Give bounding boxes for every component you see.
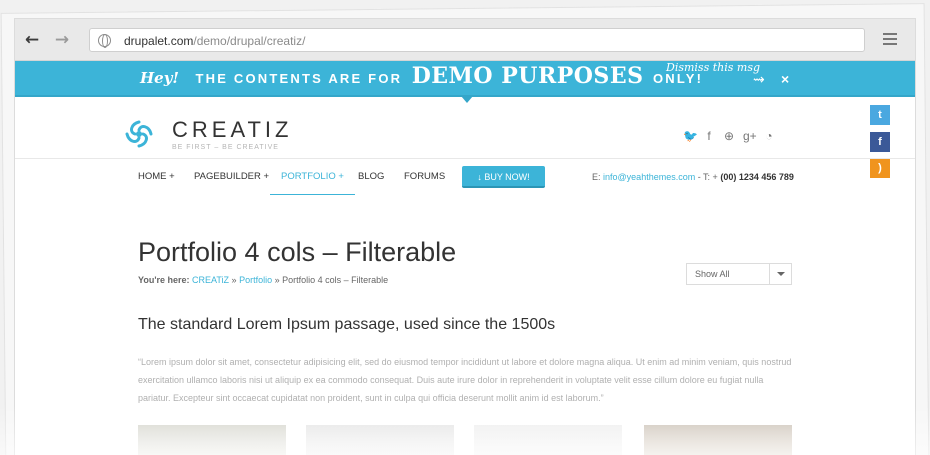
- banner-text-before: THE CONTENTS ARE FOR: [195, 71, 403, 86]
- back-arrow-icon[interactable]: ←: [23, 31, 41, 49]
- banner-demo-purposes: DEMO PURPOSES: [411, 63, 644, 89]
- phone-label: - T: +: [695, 172, 718, 182]
- logo-text[interactable]: CREATIZ: [172, 117, 292, 143]
- portfolio-thumbnail[interactable]: [138, 425, 286, 455]
- banner-notch: [461, 96, 473, 103]
- breadcrumb-separator: »: [274, 275, 280, 285]
- breadcrumb-portfolio[interactable]: Portfolio: [239, 275, 272, 285]
- breadcrumb-home[interactable]: CREATiZ: [192, 275, 229, 285]
- share-facebook-icon[interactable]: f: [870, 132, 890, 152]
- banner-message: Hey! THE CONTENTS ARE FOR DEMO PURPOSES …: [140, 61, 703, 97]
- section-subtitle: The standard Lorem Ipsum passage, used s…: [138, 316, 556, 333]
- googleplus-icon[interactable]: g+: [743, 129, 757, 143]
- breadcrumb-separator: »: [231, 275, 237, 285]
- portfolio-thumbnail[interactable]: [474, 425, 622, 455]
- phone-number: (00) 1234 456 789: [720, 172, 794, 182]
- social-links: 🐦 f ⊕ g+ ◔: [683, 129, 775, 143]
- forward-arrow-icon[interactable]: →: [53, 31, 71, 49]
- url-path: /demo/drupal/creatiz/: [193, 34, 306, 48]
- breadcrumb-current: Portfolio 4 cols – Filterable: [282, 275, 389, 285]
- nav-item-home[interactable]: HOME +: [138, 159, 175, 195]
- share-twitter-icon[interactable]: t: [870, 105, 890, 125]
- page-title: Portfolio 4 cols – Filterable: [138, 237, 457, 267]
- close-icon[interactable]: ×: [781, 61, 789, 97]
- logo-tagline: BE FIRST – BE CREATIVE: [172, 144, 279, 151]
- portfolio-thumbnail[interactable]: [644, 425, 792, 455]
- browser-toolbar: ← → drupalet.com/demo/drupal/creatiz/: [15, 19, 915, 61]
- intro-quote: “Lorem ipsum dolor sit amet, consectetur…: [138, 357, 792, 403]
- url-host: drupalet.com: [124, 34, 194, 48]
- email-label: E:: [592, 172, 601, 182]
- nav-item-forums[interactable]: FORUMS: [404, 159, 445, 195]
- menu-icon[interactable]: [883, 33, 897, 45]
- banner-hey: Hey!: [140, 69, 180, 87]
- nav-item-pagebuilder[interactable]: PAGEBUILDER +: [194, 159, 269, 195]
- facebook-icon[interactable]: f: [703, 129, 715, 143]
- buy-now-button[interactable]: ↓ BUY NOW!: [462, 166, 545, 188]
- contact-info: E: info@yeahthemes.com - T: + (00) 1234 …: [592, 159, 794, 195]
- filter-select[interactable]: Show All: [686, 263, 792, 285]
- breadcrumb-label: You're here:: [138, 275, 190, 285]
- chevron-down-icon[interactable]: [769, 264, 791, 284]
- demo-banner: Hey! THE CONTENTS ARE FOR DEMO PURPOSES …: [15, 61, 915, 103]
- twitter-icon[interactable]: 🐦: [683, 129, 698, 143]
- logo-icon[interactable]: [123, 118, 155, 150]
- url-text[interactable]: drupalet.com/demo/drupal/creatiz/: [124, 34, 305, 48]
- dribbble-icon[interactable]: ⊕: [723, 129, 735, 143]
- address-bar[interactable]: drupalet.com/demo/drupal/creatiz/: [89, 28, 865, 52]
- filter-value: Show All: [695, 269, 730, 279]
- globe-icon: [98, 34, 111, 48]
- dismiss-link[interactable]: Dismiss this msg: [666, 61, 760, 74]
- email-link[interactable]: info@yeahthemes.com: [603, 172, 695, 182]
- breadcrumb: You're here: CREATiZ » Portfolio » Portf…: [138, 275, 388, 285]
- dismiss-arrow-icon: ⇝: [753, 71, 765, 87]
- main-nav: HOME + PAGEBUILDER + PORTFOLIO + BLOG FO…: [15, 158, 915, 195]
- rss-icon[interactable]: ◔: [763, 129, 775, 143]
- nav-item-blog[interactable]: BLOG: [358, 159, 384, 195]
- portfolio-thumbnail[interactable]: [306, 425, 454, 455]
- nav-item-portfolio[interactable]: PORTFOLIO +: [270, 159, 355, 195]
